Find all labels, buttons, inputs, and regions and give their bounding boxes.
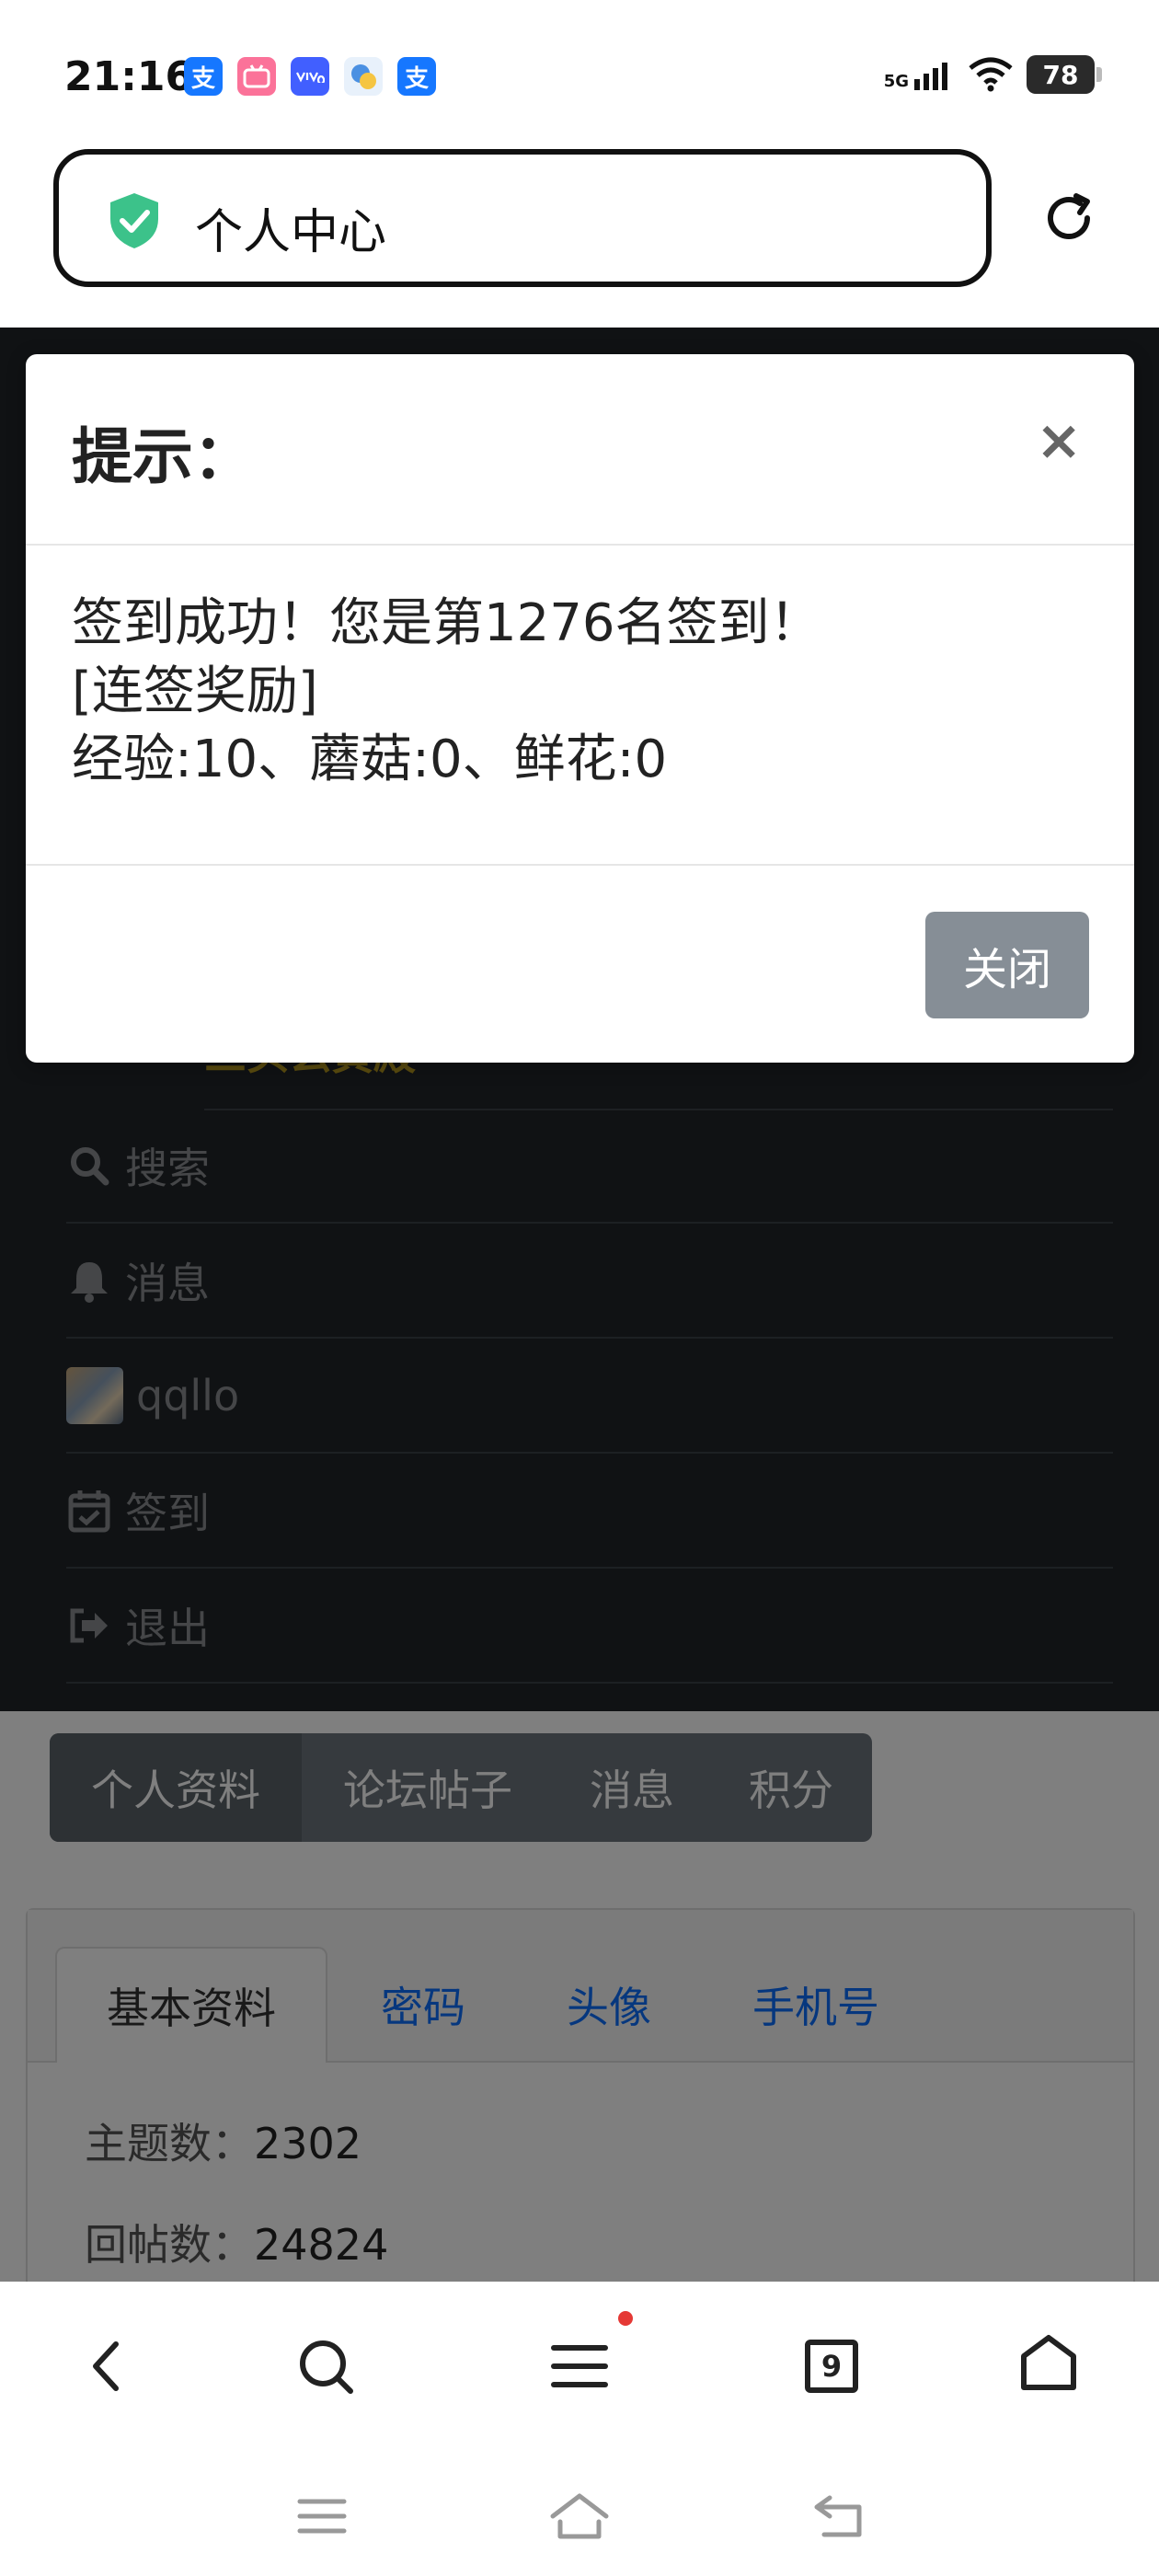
dialog-divider: [26, 864, 1134, 866]
back-gesture-icon[interactable]: [802, 2484, 876, 2548]
search-icon[interactable]: [289, 2329, 362, 2403]
status-right: 5G 78: [884, 55, 1102, 94]
notification-icons: 支 支: [184, 57, 436, 96]
vivo-icon: [291, 57, 329, 96]
address-bar[interactable]: 个人中心: [53, 149, 992, 287]
dialog-divider: [26, 544, 1134, 546]
dialog-message: 签到成功！您是第1276名签到！ [连签奖励] 经验:10、蘑菇:0、鲜花:0: [72, 590, 821, 794]
dialog-title: 提示：: [72, 421, 254, 492]
close-icon[interactable]: ×: [1036, 413, 1082, 468]
recents-icon[interactable]: [285, 2484, 359, 2548]
cellular-signal-icon: 5G: [884, 59, 955, 90]
refresh-icon[interactable]: [1039, 189, 1098, 247]
tabs-button[interactable]: 9: [795, 2329, 868, 2403]
checkin-dialog: 提示： × 签到成功！您是第1276名签到！ [连签奖励] 经验:10、蘑菇:0…: [26, 354, 1134, 1063]
battery-indicator: 78: [1027, 55, 1102, 94]
alipay-icon: 支: [397, 57, 436, 96]
home-icon[interactable]: [1012, 2326, 1085, 2399]
app-icon: [344, 57, 383, 96]
status-time: 21:16: [64, 53, 194, 100]
notification-dot: [618, 2311, 633, 2326]
status-bar: 21:16 支 支 5G 78: [0, 0, 1159, 147]
message-line: 经验:10、蘑菇:0、鲜花:0: [72, 730, 668, 789]
tab-count: 9: [805, 2340, 858, 2393]
alipay-icon: 支: [184, 57, 223, 96]
close-button[interactable]: 关闭: [925, 912, 1089, 1018]
bilibili-icon: [237, 57, 276, 96]
wifi-icon: [969, 57, 1013, 92]
network-type: 5G: [883, 72, 909, 91]
message-line: 签到成功！您是第1276名签到！: [72, 593, 821, 653]
shield-check-icon: [110, 193, 158, 248]
menu-icon[interactable]: [543, 2329, 616, 2403]
back-icon[interactable]: [70, 2329, 143, 2403]
page-title: 个人中心: [195, 205, 387, 260]
message-line: [连签奖励]: [72, 661, 318, 721]
home-gesture-icon[interactable]: [543, 2484, 616, 2548]
